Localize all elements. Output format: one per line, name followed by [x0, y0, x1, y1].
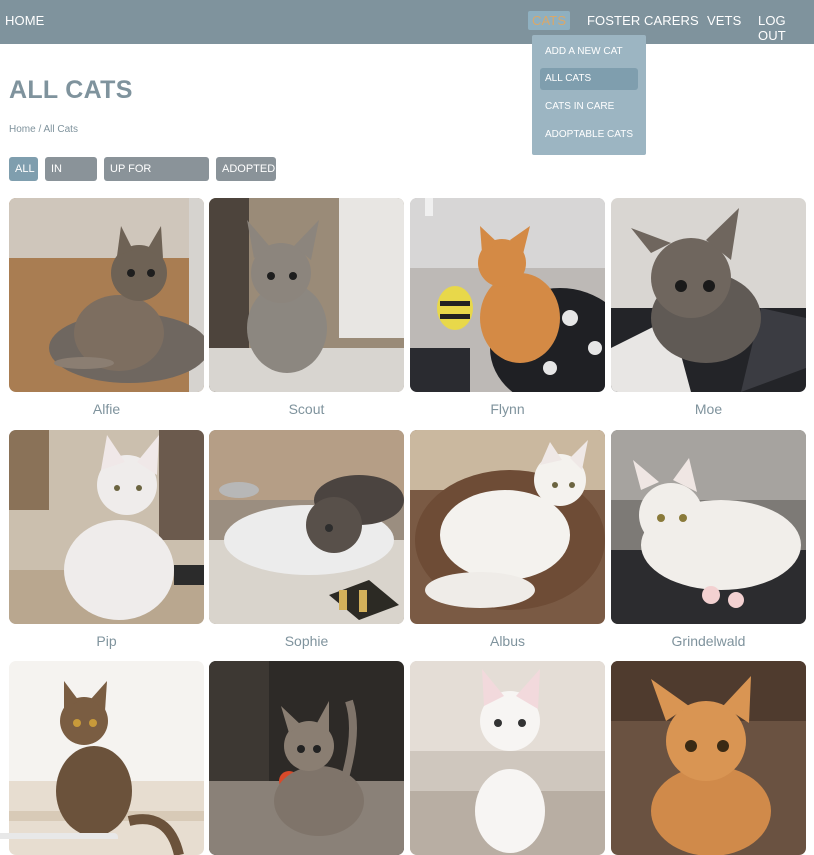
- cat-photo[interactable]: [611, 198, 806, 392]
- nav-cats-link[interactable]: CATS: [528, 11, 571, 30]
- cat-photo[interactable]: [209, 661, 404, 855]
- breadcrumb-separator: /: [38, 124, 42, 135]
- cat-name[interactable]: Pip: [9, 633, 204, 649]
- nav-foster-carers-link[interactable]: FOSTER CARERS: [587, 13, 699, 28]
- breadcrumb-home-link[interactable]: Home: [9, 124, 36, 135]
- cat-name[interactable]: Alfie: [9, 401, 204, 417]
- cat-name[interactable]: Albus: [410, 633, 605, 649]
- cat-photo[interactable]: [9, 198, 204, 392]
- cat-name[interactable]: Scout: [209, 401, 404, 417]
- cat-photo[interactable]: [410, 661, 605, 855]
- cats-dropdown-menu: ADD A NEW CAT ALL CATS CATS IN CARE ADOP…: [532, 35, 646, 155]
- cat-photo[interactable]: [410, 198, 605, 392]
- filter-up-for-adoption-button[interactable]: UP FOR ADOPTION: [104, 157, 209, 199]
- filter-in-care-button[interactable]: IN CARE: [45, 157, 97, 199]
- nav-vets-link[interactable]: VETS: [707, 13, 741, 28]
- dropdown-item-adoptable-cats[interactable]: ADOPTABLE CATS: [540, 124, 638, 146]
- cat-name[interactable]: Flynn: [410, 401, 605, 417]
- cat-name[interactable]: Sophie: [209, 633, 404, 649]
- top-navbar: HOME CATS FOSTER CARERS VETS LOG OUT: [0, 0, 814, 44]
- cat-name[interactable]: Grindelwald: [611, 633, 806, 649]
- cat-photo[interactable]: [410, 430, 605, 624]
- cat-photo[interactable]: [611, 430, 806, 624]
- filter-all-button[interactable]: ALL: [9, 157, 38, 181]
- cat-photo[interactable]: [209, 430, 404, 624]
- dropdown-item-cats-in-care[interactable]: CATS IN CARE: [540, 96, 638, 118]
- cat-name[interactable]: Moe: [611, 401, 806, 417]
- filter-adopted-button[interactable]: ADOPTED: [216, 157, 276, 181]
- dropdown-item-all-cats[interactable]: ALL CATS: [540, 68, 638, 90]
- page-title: ALL CATS: [9, 76, 133, 104]
- cat-photo[interactable]: [9, 661, 204, 855]
- cat-photo[interactable]: [209, 198, 404, 392]
- cat-photo[interactable]: [611, 661, 806, 855]
- bottom-scroll-stub: [0, 833, 118, 839]
- cat-photo[interactable]: [9, 430, 204, 624]
- breadcrumb-current: All Cats: [43, 124, 78, 135]
- nav-home-link[interactable]: HOME: [5, 13, 44, 28]
- dropdown-item-add-new-cat[interactable]: ADD A NEW CAT: [540, 41, 638, 63]
- nav-log-out-link[interactable]: LOG OUT: [758, 13, 814, 43]
- breadcrumb: Home / All Cats: [9, 124, 78, 135]
